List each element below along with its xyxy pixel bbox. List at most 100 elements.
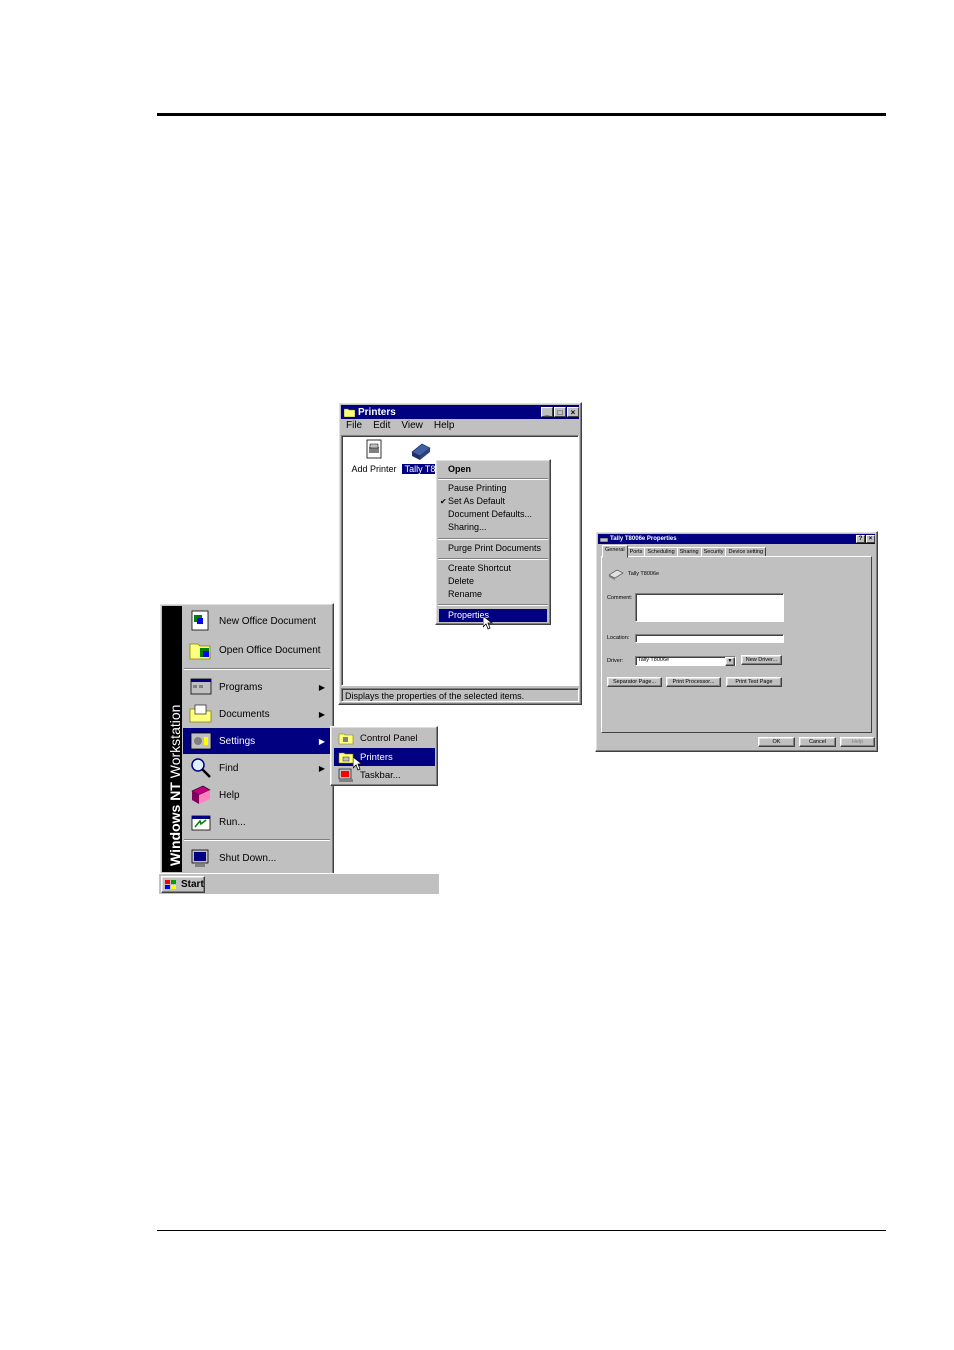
tally-printer-label: Tally T8 xyxy=(402,464,438,474)
submenu-item-label: Printers xyxy=(360,751,393,763)
start-item-open-office-document[interactable]: Open Office Document xyxy=(183,637,331,663)
start-item-programs[interactable]: Programs ▶ xyxy=(183,674,331,700)
start-item-label: Programs xyxy=(219,681,263,693)
start-item-help[interactable]: Help xyxy=(183,782,331,808)
printers-titlebar[interactable]: Printers _ □ × xyxy=(341,405,579,419)
printer-icon xyxy=(608,569,624,580)
comment-field[interactable] xyxy=(635,593,784,622)
close-button[interactable]: × xyxy=(567,407,579,417)
menu-separator xyxy=(184,668,330,670)
add-printer-icon xyxy=(366,439,382,459)
documents-folder-icon xyxy=(189,704,212,723)
start-menu-banner: Windows NT Workstation xyxy=(162,606,183,872)
menu-item-create-shortcut[interactable]: Create Shortcut xyxy=(439,562,547,575)
menu-item-rename[interactable]: Rename xyxy=(439,588,547,601)
start-menu: Windows NT Workstation New Office Docume… xyxy=(159,603,334,875)
general-tab-panel: Tally T8006e Comment: Location: Driver: … xyxy=(601,556,872,733)
menu-item-set-as-default[interactable]: ✔ Set As Default xyxy=(439,495,547,508)
location-label: Location: xyxy=(607,635,630,641)
maximize-button[interactable]: □ xyxy=(554,407,566,417)
shut-down-icon xyxy=(191,849,209,867)
check-icon: ✔ xyxy=(440,497,447,506)
printers-menubar: File Edit View Help xyxy=(343,420,577,434)
start-item-new-office-document[interactable]: New Office Document xyxy=(183,608,331,634)
menu-edit[interactable]: Edit xyxy=(370,420,390,434)
menu-view[interactable]: View xyxy=(398,420,423,434)
driver-value: Tally T8006e xyxy=(638,657,670,663)
location-field[interactable] xyxy=(635,634,784,643)
menu-item-set-as-default-label: Set As Default xyxy=(448,496,506,506)
add-printer-item[interactable]: Add Printer xyxy=(346,438,402,474)
submenu-item-label: Control Panel xyxy=(360,732,418,744)
driver-select[interactable]: Tally T8006e ▼ xyxy=(635,656,736,666)
run-icon xyxy=(191,815,211,831)
ok-button[interactable]: OK xyxy=(758,737,795,747)
start-item-label: Settings xyxy=(219,735,256,747)
menu-item-sharing[interactable]: Sharing... xyxy=(439,521,547,534)
banner-light: Workstation xyxy=(167,704,183,783)
start-item-documents[interactable]: Documents ▶ xyxy=(183,701,331,727)
settings-icon xyxy=(190,732,212,750)
separator-page-button[interactable]: Separator Page... xyxy=(607,677,662,687)
help-button[interactable]: Help xyxy=(840,737,875,747)
new-driver-button[interactable]: New Driver... xyxy=(741,655,782,665)
menu-help[interactable]: Help xyxy=(431,420,455,434)
start-item-label: Shut Down... xyxy=(219,852,277,864)
properties-title: Tally T8006e Properties xyxy=(610,536,677,542)
start-item-label: Open Office Document xyxy=(219,644,321,656)
folder-icon xyxy=(344,408,355,417)
menu-separator xyxy=(438,604,548,606)
menu-item-open[interactable]: Open xyxy=(439,463,547,476)
chevron-down-icon[interactable]: ▼ xyxy=(725,657,735,666)
bottom-rule xyxy=(157,1230,886,1231)
printers-title: Printers xyxy=(358,406,396,418)
help-title-button[interactable]: ? xyxy=(856,535,865,543)
tab-general[interactable]: General xyxy=(602,545,628,558)
add-printer-label: Add Printer xyxy=(351,464,397,474)
menu-item-properties[interactable]: Properties xyxy=(439,609,547,622)
close-button[interactable]: × xyxy=(866,535,875,543)
top-rule xyxy=(157,113,886,116)
chevron-right-icon: ▶ xyxy=(318,736,325,746)
start-item-settings[interactable]: Settings ▶ xyxy=(183,728,331,754)
menu-item-pause-printing[interactable]: Pause Printing xyxy=(439,482,547,495)
start-item-label: New Office Document xyxy=(219,615,317,627)
start-item-run[interactable]: Run... xyxy=(183,809,331,835)
driver-label: Driver: xyxy=(607,658,624,664)
submenu-item-printers[interactable]: Printers xyxy=(334,748,435,771)
submenu-item-taskbar[interactable]: Taskbar... xyxy=(334,766,435,784)
cancel-button[interactable]: Cancel xyxy=(799,737,836,747)
minimize-button[interactable]: _ xyxy=(541,407,553,417)
comment-label: Comment: xyxy=(607,595,633,601)
submenu-item-control-panel[interactable]: Control Panel xyxy=(334,729,435,747)
start-item-find[interactable]: Find ▶ xyxy=(183,755,331,781)
taskbar-icon xyxy=(338,768,353,782)
menu-item-purge[interactable]: Purge Print Documents xyxy=(439,542,547,555)
chevron-right-icon: ▶ xyxy=(318,682,325,692)
menu-separator xyxy=(438,538,548,540)
start-item-label: Help xyxy=(219,789,240,801)
programs-icon xyxy=(190,678,212,695)
menu-item-document-defaults[interactable]: Document Defaults... xyxy=(439,508,547,521)
printers-folder-icon xyxy=(338,752,354,764)
menu-separator xyxy=(438,478,548,480)
printer-small-icon xyxy=(600,537,608,542)
properties-dialog[interactable]: Tally T8006e Properties ? × General Port… xyxy=(595,531,878,752)
start-item-shut-down[interactable]: Shut Down... xyxy=(183,845,331,871)
start-button-label: Start xyxy=(181,879,204,890)
menu-item-delete[interactable]: Delete xyxy=(439,575,547,588)
help-book-icon xyxy=(191,785,211,804)
print-test-page-button[interactable]: Print Test Page xyxy=(726,677,782,687)
print-processor-button[interactable]: Print Processor... xyxy=(666,677,721,687)
menu-file[interactable]: File xyxy=(343,420,362,434)
tally-printer-item[interactable]: Tally T8 xyxy=(402,438,438,474)
new-office-document-icon xyxy=(191,610,209,631)
open-folder-icon xyxy=(189,643,211,660)
chevron-right-icon: ▶ xyxy=(318,763,325,773)
status-bar: Displays the properties of the selected … xyxy=(341,688,579,702)
start-button[interactable]: Start xyxy=(161,876,205,893)
properties-titlebar[interactable]: Tally T8006e Properties ? × xyxy=(598,534,875,544)
taskbar: Start xyxy=(159,873,439,894)
printer-icon xyxy=(411,443,431,460)
control-panel-icon xyxy=(338,733,354,745)
